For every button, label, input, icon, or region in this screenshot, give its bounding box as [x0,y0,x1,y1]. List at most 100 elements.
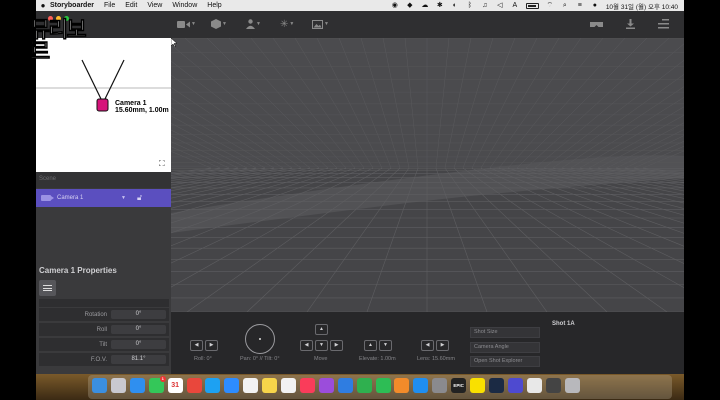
dock-documents-icon[interactable] [526,378,542,393]
letterbox-right [684,0,720,400]
control-center-icon[interactable]: ≡ [576,2,584,9]
chevron-down-icon: ▼ [222,21,227,27]
menu-help[interactable]: Help [207,2,221,9]
dock-trash-icon[interactable] [564,378,580,393]
menu-view[interactable]: View [147,2,162,9]
dock-steam-icon[interactable] [488,378,504,393]
status-cloud-icon[interactable]: ☁ [421,2,429,9]
pan-tilt-dial[interactable] [245,324,275,354]
chevron-down-icon: ▼ [289,21,295,27]
open-shot-explorer-button[interactable]: Open Shot Explorer [470,356,540,367]
elevate-down-button[interactable]: ▼ [379,340,392,351]
apple-menu-icon[interactable]: ● [36,1,50,10]
wifi-icon[interactable]: ⌔ [546,2,554,9]
move-back-button[interactable]: ▼ [315,340,328,351]
shot-size-button[interactable]: Shot Size [470,327,540,338]
dock-numbers-icon[interactable] [356,378,372,393]
headphones-icon[interactable]: ♫ [481,2,489,9]
property-rotation-input[interactable]: 0° [111,310,166,319]
channel-watermark: 뮤리보르 [30,14,90,64]
dock-app-store-icon[interactable] [413,378,429,393]
properties-menu-button[interactable] [39,280,56,296]
status-app-icon[interactable]: ◆ [406,2,414,9]
siri-icon[interactable]: ● [591,2,599,9]
properties-title: Camera 1 Properties [39,266,117,275]
menu-edit[interactable]: Edit [125,2,137,9]
menubar-clock[interactable]: 10월 31일 (월) 오후 10:40 [606,1,678,11]
dock-calendar-icon[interactable]: 31 [167,378,183,393]
menu-window[interactable]: Window [172,2,197,9]
vr-goggles-icon [590,21,603,27]
dock-twitter-icon[interactable] [205,378,221,393]
menu-file[interactable]: File [104,2,115,9]
add-object-button[interactable]: ▼ [211,16,227,32]
input-source-icon[interactable]: A [511,2,519,9]
dock-epic-games-icon[interactable]: EPIC [451,378,467,393]
move-left-button[interactable]: ◀ [300,340,313,351]
dock-pages-icon[interactable] [394,378,410,393]
move-forward-button[interactable]: ▲ [315,324,328,335]
elevate-up-button[interactable]: ▲ [364,340,377,351]
person-icon [246,19,255,29]
volume-icon[interactable]: ◁ [496,2,504,9]
dock-safari-icon[interactable] [129,378,145,393]
property-roll-input[interactable]: 0° [111,325,166,334]
camera-controls: ◀ ▶ Roll: 0° Pan: 0° // Tilt: 0° ▲ ◀ ▼ ▶… [171,312,684,374]
dock-finder-icon[interactable] [92,378,107,393]
light-icon: ✳ [280,18,289,30]
add-image-button[interactable]: ▼ [312,16,329,32]
add-camera-button[interactable]: ▼ [177,16,196,32]
property-tilt-input[interactable]: 0° [111,340,166,349]
dock-storyboarder-icon[interactable] [507,378,523,393]
dock-facetime-icon[interactable] [375,378,391,393]
menu-app-name[interactable]: Storyboarder [50,2,94,9]
dock-music-icon[interactable] [299,378,315,393]
dock-keynote-icon[interactable] [337,378,353,393]
insert-shot-button[interactable] [658,16,669,32]
add-light-button[interactable]: ✳ ▼ [280,16,294,32]
macos-dock: 1 31 EPIC [36,374,684,400]
dock-podcasts-icon[interactable] [318,378,334,393]
status-spinner-icon[interactable]: ✱ [436,2,444,9]
minimap-camera-name: Camera 1 [115,100,147,107]
watermark-text: 뮤리보르 [30,18,87,65]
dock-chrome-icon[interactable] [186,378,202,393]
video-camera-icon [41,195,54,201]
scene-item-camera-1[interactable]: Camera 1 ▼ 🔓︎ [36,189,171,207]
dock-kakaotalk-icon[interactable] [470,378,485,393]
dock-launchpad-icon[interactable] [110,378,126,393]
image-icon [312,19,323,29]
dock-system-preferences-icon[interactable] [432,378,448,393]
roll-right-button[interactable]: ▶ [205,340,218,351]
dock-photos-icon[interactable] [281,378,296,393]
save-button[interactable] [626,16,635,32]
status-record-icon[interactable]: ◉ [391,2,399,9]
unlock-icon[interactable]: 🔓︎ [137,193,142,203]
camera-angle-button[interactable]: Camera Angle [470,342,540,353]
property-label: Tilt [99,341,107,348]
dock-messages-icon[interactable]: 1 [148,376,166,393]
spotlight-icon[interactable]: ⌕ [561,2,569,9]
bluetooth-icon[interactable]: ᛒ [466,2,474,9]
add-character-button[interactable]: ▼ [246,16,261,32]
property-fov-input[interactable]: 81.1° [111,355,166,364]
expand-icon[interactable]: ⛶ [159,159,168,168]
lens-label: Lens: 15.60mm [417,356,455,362]
dock-reminders-icon[interactable] [243,378,259,393]
dock-zoom-icon[interactable] [224,378,240,393]
move-right-button[interactable]: ▶ [330,340,343,351]
hamburger-icon [43,285,52,291]
dock-notes-icon[interactable] [262,378,278,393]
chevron-down-icon[interactable]: ▼ [121,195,126,201]
menubar: ● Storyboarder File Edit View Window Hel… [36,0,684,11]
lens-right-button[interactable]: ▶ [436,340,449,351]
dock-badge: 1 [159,376,166,382]
lens-left-button[interactable]: ◀ [421,340,434,351]
camera-viewport[interactable] [171,38,684,312]
shot-title: Shot 1A [552,321,575,327]
vr-mode-button[interactable] [590,16,603,32]
roll-left-button[interactable]: ◀ [190,340,203,351]
battery-icon[interactable] [525,2,539,9]
status-circle-icon[interactable]: ◐ [451,2,459,9]
dock-downloads-icon[interactable] [545,378,561,393]
